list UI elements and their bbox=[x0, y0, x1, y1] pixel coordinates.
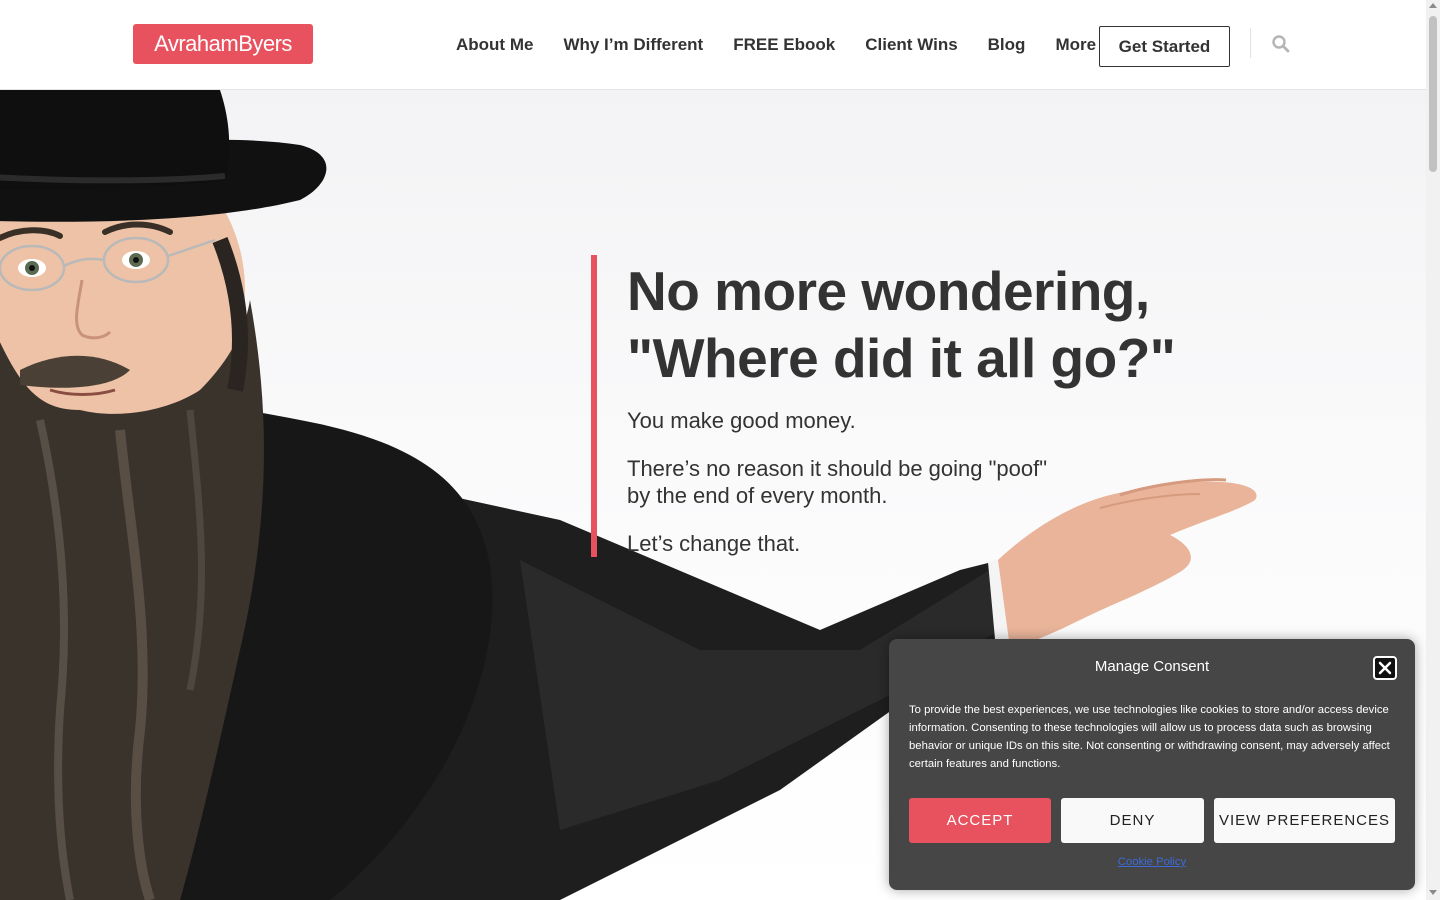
headline-line-2: "Where did it all go?" bbox=[627, 327, 1176, 389]
scroll-down-arrow-icon[interactable] bbox=[1429, 890, 1437, 895]
consent-description: To provide the best experiences, we use … bbox=[909, 704, 1390, 770]
hero-paragraph-1: You make good money. bbox=[627, 408, 856, 433]
site-logo[interactable]: AvrahamByers bbox=[133, 24, 313, 64]
hero-paragraph-3: Let’s change that. bbox=[627, 531, 801, 556]
nav-blog[interactable]: Blog bbox=[988, 35, 1026, 55]
hero-paragraph-2: There’s no reason it should be going "po… bbox=[627, 455, 1087, 509]
scroll-up-arrow-icon[interactable] bbox=[1429, 3, 1437, 8]
nav-free-ebook[interactable]: FREE Ebook bbox=[733, 35, 835, 55]
main-nav: About Me Why I’m Different FREE Ebook Cl… bbox=[456, 0, 1126, 90]
nav-divider bbox=[1250, 28, 1251, 58]
scroll-thumb[interactable] bbox=[1429, 16, 1437, 172]
cookie-policy-link[interactable]: Cookie Policy bbox=[889, 856, 1415, 868]
deny-button[interactable]: DENY bbox=[1061, 798, 1204, 843]
nav-why-different[interactable]: Why I’m Different bbox=[563, 35, 703, 55]
site-header: AvrahamByers About Me Why I’m Different … bbox=[0, 0, 1426, 90]
consent-title: Manage Consent bbox=[1094, 658, 1210, 675]
nav-more[interactable]: More bbox=[1055, 35, 1096, 55]
close-icon[interactable] bbox=[1373, 656, 1397, 680]
nav-about-me[interactable]: About Me bbox=[456, 35, 533, 55]
get-started-button[interactable]: Get Started bbox=[1099, 26, 1230, 67]
paragraph-2-line-1: There’s no reason it should be going "po… bbox=[627, 456, 1048, 481]
nav-client-wins[interactable]: Client Wins bbox=[865, 35, 957, 55]
page-scrollbar[interactable] bbox=[1426, 0, 1440, 900]
headline-line-1: No more wondering, bbox=[627, 260, 1150, 322]
accept-button[interactable]: ACCEPT bbox=[909, 798, 1051, 843]
hero-headline: No more wondering, "Where did it all go?… bbox=[627, 258, 1247, 392]
search-icon[interactable] bbox=[1271, 34, 1291, 54]
cookie-consent-dialog: Manage Consent To provide the best exper… bbox=[889, 639, 1415, 890]
view-preferences-button[interactable]: VIEW PREFERENCES bbox=[1214, 798, 1395, 843]
quote-accent-bar bbox=[591, 255, 597, 557]
paragraph-2-line-2: by the end of every month. bbox=[627, 483, 888, 508]
